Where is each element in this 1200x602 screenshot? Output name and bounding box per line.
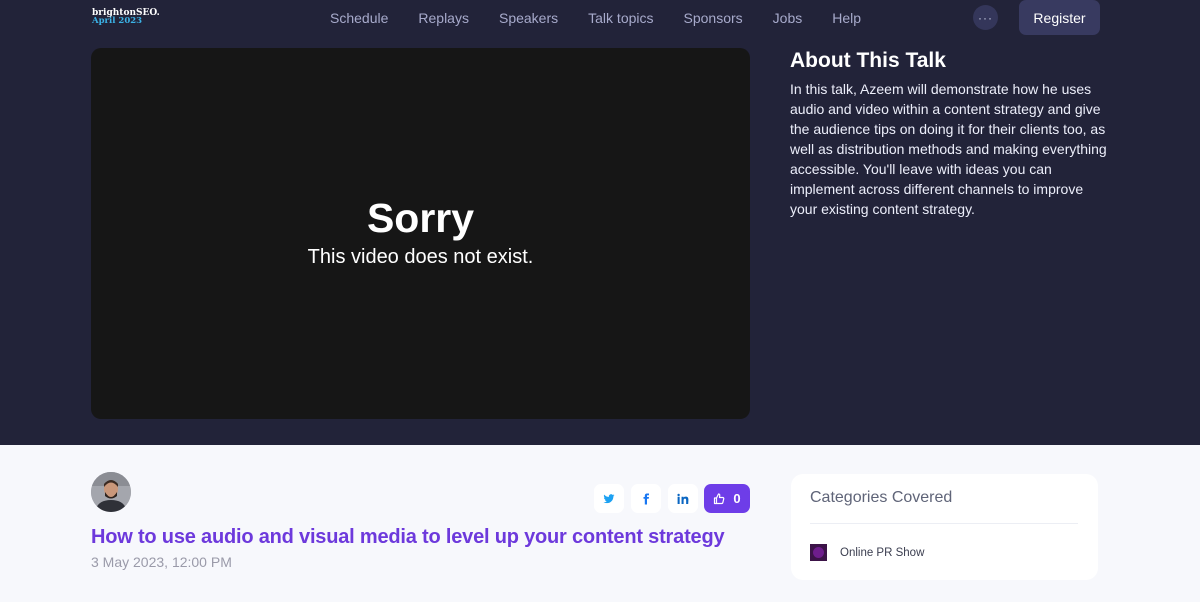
- thumbs-up-icon: [714, 492, 725, 504]
- nav-link-jobs[interactable]: Jobs: [758, 10, 818, 26]
- video-error-title: Sorry: [366, 195, 475, 241]
- speaker-avatar[interactable]: [91, 472, 131, 512]
- share-twitter-button[interactable]: [594, 484, 624, 513]
- more-menu-button[interactable]: ···: [973, 5, 998, 30]
- linkedin-icon: [677, 493, 689, 504]
- video-error-message: This video does not exist.: [307, 246, 534, 268]
- share-facebook-button[interactable]: [631, 484, 661, 513]
- nav-link-schedule[interactable]: Schedule: [315, 10, 403, 26]
- like-count: 0: [733, 491, 741, 506]
- categories-heading: Categories Covered: [810, 489, 953, 506]
- about-description: In this talk, Azeem will demonstrate how…: [790, 81, 1107, 217]
- twitter-icon: [603, 493, 615, 503]
- top-navigation: brightonSEO. April 2023 Schedule Replays…: [0, 0, 1200, 36]
- talk-datetime: 3 May 2023, 12:00 PM: [91, 554, 232, 570]
- talk-title: How to use audio and visual media to lev…: [91, 526, 725, 548]
- nav-link-sponsors[interactable]: Sponsors: [669, 10, 758, 26]
- register-button[interactable]: Register: [1019, 0, 1100, 35]
- category-thumbnail-icon: [810, 544, 827, 561]
- nav-link-replays[interactable]: Replays: [403, 10, 484, 26]
- about-talk-panel: About This Talk In this talk, Azeem will…: [790, 49, 1110, 219]
- nav-links: Schedule Replays Speakers Talk topics Sp…: [315, 0, 876, 36]
- video-player[interactable]: Sorry This video does not exist.: [91, 48, 750, 419]
- brand-edition: April 2023: [92, 16, 143, 26]
- about-heading: About This Talk: [790, 49, 946, 72]
- nav-link-help[interactable]: Help: [817, 10, 876, 26]
- hero-section: brightonSEO. April 2023 Schedule Replays…: [0, 0, 1200, 445]
- category-item-online-pr-show[interactable]: Online PR Show: [810, 544, 924, 561]
- categories-divider: [810, 523, 1078, 524]
- speaker-photo: [91, 472, 131, 512]
- facebook-icon: [643, 493, 649, 504]
- brand-logo[interactable]: brightonSEO. April 2023: [92, 9, 160, 26]
- nav-link-speakers[interactable]: Speakers: [484, 10, 573, 26]
- categories-card: Categories Covered Online PR Show: [791, 474, 1098, 580]
- category-label: Online PR Show: [840, 546, 925, 559]
- like-button[interactable]: 0: [704, 484, 750, 513]
- more-dots-icon: ···: [978, 10, 993, 25]
- nav-link-talk-topics[interactable]: Talk topics: [573, 10, 668, 26]
- share-linkedin-button[interactable]: [668, 484, 698, 513]
